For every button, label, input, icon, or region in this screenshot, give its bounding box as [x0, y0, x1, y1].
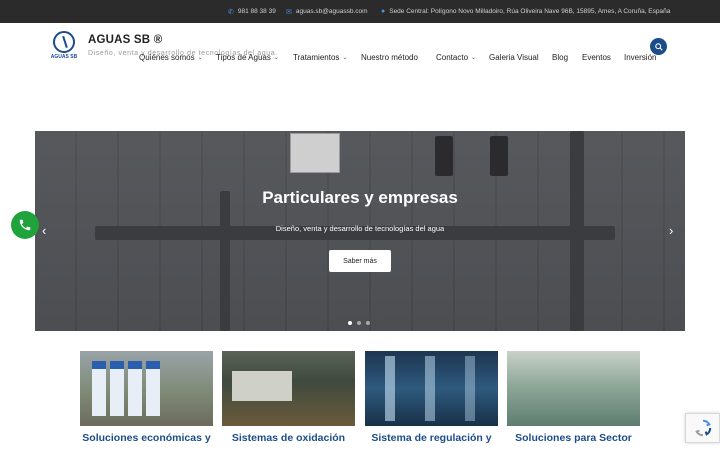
- envelope-icon: ✉: [286, 8, 292, 16]
- nav-label: Contacto: [436, 52, 469, 62]
- card-image-filters: [80, 351, 213, 426]
- service-card[interactable]: Sistema de regulación y: [365, 351, 498, 444]
- logo-mark: [53, 31, 75, 53]
- globe-icon: ●: [381, 8, 386, 15]
- card-title: Soluciones para Sector: [515, 432, 632, 444]
- topbar-email[interactable]: ✉ aguas.sb@aguassb.com: [286, 0, 368, 23]
- nav-item-quienes-somos[interactable]: Quiénes somos ⌄: [139, 50, 203, 64]
- service-card[interactable]: Soluciones económicas y: [80, 351, 213, 444]
- slider-dot[interactable]: [366, 321, 370, 325]
- card-title: Sistemas de oxidación: [231, 432, 346, 444]
- nav-label: Quiénes somos: [139, 52, 195, 62]
- pump-image: [490, 136, 508, 176]
- topbar-email-text: aguas.sb@aguassb.com: [295, 8, 368, 15]
- card-image-regulation: [365, 351, 498, 426]
- topbar-address-text: Sede Central: Polígono Novo Milladoiro, …: [389, 8, 671, 15]
- nav-label: Blog: [552, 52, 569, 62]
- control-panel-image: [290, 133, 340, 173]
- chevron-down-icon: ⌄: [342, 54, 348, 61]
- recaptcha-icon: [694, 419, 711, 437]
- slider-prev-arrow-icon[interactable]: ‹: [42, 223, 46, 238]
- nav-label: Galeria Visual: [489, 52, 539, 62]
- card-title: Sistema de regulación y: [371, 432, 492, 444]
- nav-item-eventos[interactable]: Eventos: [582, 50, 611, 64]
- pump-image: [435, 136, 453, 176]
- site-header: AGUAS SB AGUAS SB ® Diseño, venta y desa…: [0, 23, 720, 98]
- slider-next-arrow-icon[interactable]: ›: [669, 223, 673, 238]
- nav-item-inversion[interactable]: Inversión: [624, 50, 656, 64]
- nav-label: Nuestro método: [361, 52, 418, 62]
- nav-item-galeria-visual[interactable]: Galeria Visual: [489, 50, 539, 64]
- topbar-address: ● Sede Central: Polígono Novo Milladoiro…: [381, 0, 670, 23]
- phone-call-icon: [19, 219, 31, 231]
- nav-item-tipos-de-aguas[interactable]: Tipos de Aguas ⌄: [216, 50, 279, 64]
- saber-mas-button[interactable]: Saber más: [329, 250, 391, 272]
- nav-label: Eventos: [582, 52, 611, 62]
- service-card[interactable]: Sistemas de oxidación: [222, 351, 355, 444]
- nav-item-tratamientos[interactable]: Tratamientos ⌄: [293, 50, 347, 64]
- logo-text: AGUAS SB: [50, 54, 78, 60]
- site-logo[interactable]: AGUAS SB: [49, 31, 79, 63]
- slider-dot[interactable]: [357, 321, 361, 325]
- call-button[interactable]: [11, 211, 39, 239]
- site-brand[interactable]: AGUAS SB ®: [88, 34, 162, 46]
- slider-dots: [348, 321, 370, 325]
- top-info-bar: ✆ 981 88 38 39 ✉ aguas.sb@aguassb.com ● …: [0, 0, 720, 23]
- hero-title: Particulares y empresas: [262, 188, 458, 207]
- card-image-oxidation: [222, 351, 355, 426]
- chevron-down-icon: ⌄: [471, 54, 477, 61]
- chevron-down-icon: ⌄: [273, 54, 279, 61]
- topbar-phone[interactable]: ✆ 981 88 38 39: [228, 0, 276, 23]
- chevron-down-icon: ⌄: [197, 54, 203, 61]
- topbar-phone-text: 981 88 38 39: [237, 8, 276, 15]
- nav-label: Inversión: [624, 52, 657, 62]
- nav-label: Tratamientos: [293, 52, 340, 62]
- pipe-image: [220, 191, 230, 331]
- hero-subtitle: Diseño, venta y desarrollo de tecnología…: [275, 224, 445, 233]
- nav-item-contacto[interactable]: Contacto ⌄: [436, 50, 476, 64]
- nav-item-nuestro-metodo[interactable]: Nuestro método: [361, 50, 418, 64]
- nav-label: Tipos de Aguas: [216, 52, 271, 62]
- card-title: Soluciones económicas y: [82, 432, 211, 444]
- phone-icon: ✆: [228, 8, 234, 16]
- slider-dot[interactable]: [348, 321, 352, 325]
- card-image-sector: [507, 351, 640, 426]
- nav-item-blog[interactable]: Blog: [552, 50, 568, 64]
- hero-slider: Particulares y empresas Diseño, venta y …: [35, 131, 685, 331]
- service-card[interactable]: Soluciones para Sector: [507, 351, 640, 444]
- recaptcha-badge[interactable]: [685, 413, 720, 443]
